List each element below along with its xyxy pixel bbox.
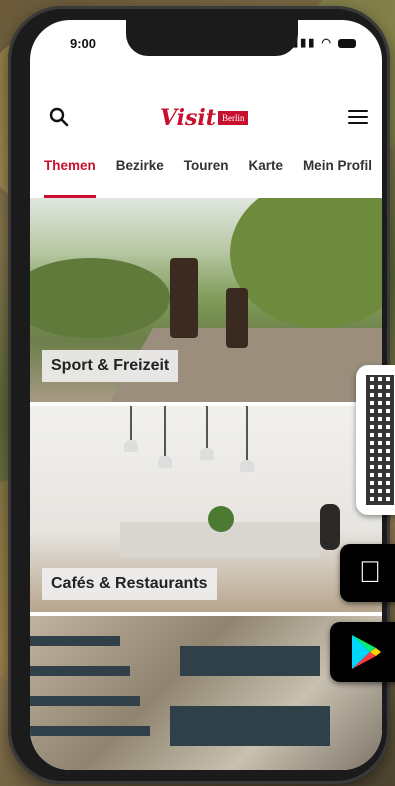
- tab-mein-profil[interactable]: Mein Profil: [303, 154, 372, 186]
- apple-icon: : [359, 556, 382, 590]
- search-icon: [49, 107, 69, 127]
- pendant-lamp: [158, 406, 172, 468]
- building-window: [30, 666, 130, 676]
- app-store-button[interactable]: : [340, 544, 395, 602]
- search-button[interactable]: [48, 106, 70, 128]
- tab-themen[interactable]: Themen: [44, 154, 96, 198]
- building-window: [30, 696, 140, 706]
- card-label: Cafés & Restaurants: [42, 568, 217, 600]
- battery-icon: [338, 38, 356, 48]
- google-play-icon: [352, 635, 381, 669]
- tree-image: [30, 258, 170, 338]
- status-icons: ▮▮▮ ◠: [292, 36, 356, 49]
- wifi-icon: ◠: [321, 37, 333, 49]
- top-bar: Visit Berlin: [30, 100, 382, 140]
- qr-code-tab[interactable]: [356, 365, 395, 515]
- building-window: [180, 646, 320, 676]
- building-window: [170, 706, 330, 746]
- pendant-lamp: [200, 406, 214, 460]
- qr-code-icon: [366, 375, 394, 505]
- tab-touren[interactable]: Touren: [184, 154, 229, 186]
- cyclist-image: [170, 258, 198, 338]
- logo-visit-text: Visit: [160, 105, 216, 131]
- tab-karte[interactable]: Karte: [248, 154, 283, 186]
- visit-berlin-logo[interactable]: Visit Berlin: [160, 100, 249, 136]
- hamburger-menu-icon[interactable]: [348, 110, 368, 124]
- status-time: 9:00: [70, 36, 97, 51]
- building-window: [30, 726, 150, 736]
- tab-bezirke[interactable]: Bezirke: [116, 154, 164, 186]
- google-play-button[interactable]: [330, 622, 395, 682]
- pendant-lamp: [240, 406, 254, 472]
- category-card-sport[interactable]: Sport & Freizeit: [30, 198, 382, 402]
- card-label: Sport & Freizeit: [42, 350, 179, 382]
- tree-image: [230, 198, 382, 328]
- tab-bar: Themen Bezirke Touren Karte Mein Profil: [30, 154, 382, 198]
- logo-city-text: Berlin: [217, 111, 249, 125]
- plant-image: [208, 506, 234, 532]
- pendant-lamp: [124, 406, 138, 452]
- category-card-cafes[interactable]: Cafés & Restaurants: [30, 406, 382, 612]
- building-window: [30, 636, 120, 646]
- cyclist-image: [226, 288, 248, 348]
- person-image: [320, 504, 340, 550]
- phone-notch: [126, 20, 298, 56]
